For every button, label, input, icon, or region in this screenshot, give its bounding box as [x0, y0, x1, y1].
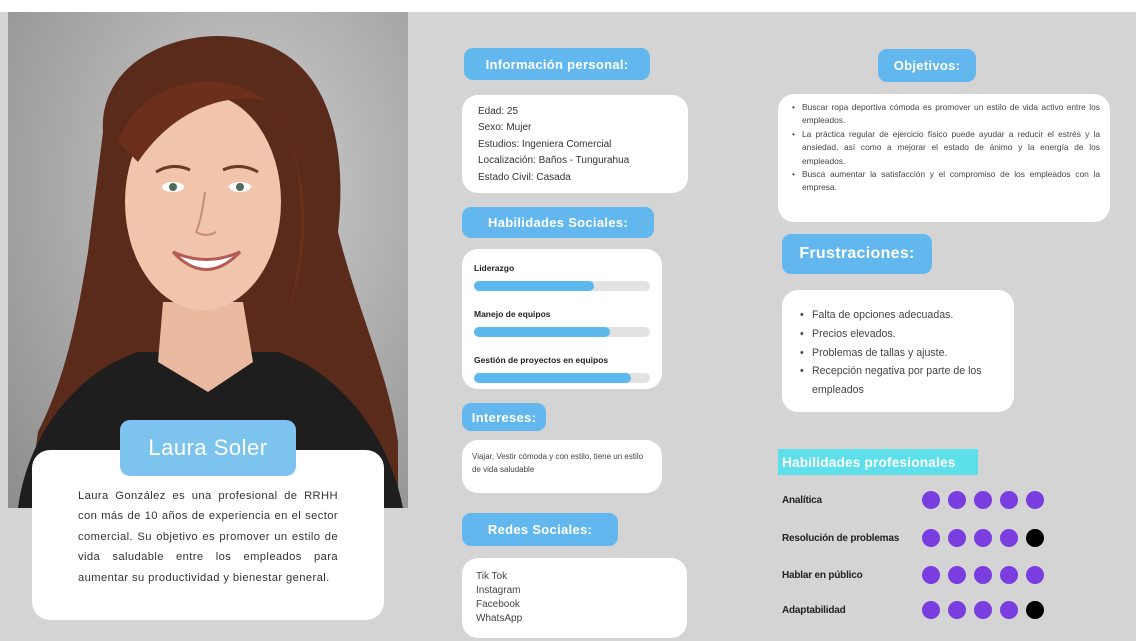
objectives-title: Objetivos: [878, 49, 976, 82]
rating-dot-filled [974, 491, 992, 509]
personal-info-title: Información personal: [464, 48, 650, 80]
bio-text: Laura González es una profesional de RRH… [78, 490, 338, 584]
professional-skills-title: Habilidades profesionales [778, 449, 978, 475]
rating-dot-empty [1026, 529, 1044, 547]
info-line: Estudios: Ingeniera Comercial [478, 138, 612, 150]
personal-info-card: Edad: 25 Sexo: Mujer Estudios: Ingeniera… [462, 95, 688, 193]
rating-dot-empty [1026, 601, 1044, 619]
social-skills-card: Liderazgo Manejo de equipos Gestión de p… [462, 249, 662, 389]
professional-skill-row: Resolución de problemas [782, 528, 1082, 548]
skill-bar-fill [474, 327, 610, 337]
frustrations-title: Frustraciones: [782, 234, 932, 274]
social-networks-card: Tik Tok Instagram Facebook WhatsApp [462, 558, 687, 638]
professional-skill-row: Adaptabilidad [782, 600, 1082, 620]
objectives-card: Buscar ropa deportiva cómoda es promover… [778, 94, 1110, 222]
frustration-item: Problemas de tallas y ajuste. [798, 344, 1002, 363]
info-line: Edad: 25 [478, 106, 519, 117]
rating-dot-filled [1000, 566, 1018, 584]
objective-item: Buscar ropa deportiva cómoda es promover… [792, 101, 1100, 128]
rating-dot-filled [948, 566, 966, 584]
frustrations-card: Falta de opciones adecuadas. Precios ele… [782, 290, 1014, 412]
social-network-item: Instagram [476, 585, 521, 596]
skill-label: Liderazgo [474, 263, 515, 273]
rating-dots [922, 529, 1044, 547]
professional-skill-label: Resolución de problemas [782, 532, 900, 544]
skill-label: Manejo de equipos [474, 309, 551, 319]
rating-dot-filled [1026, 566, 1044, 584]
social-network-item: WhatsApp [476, 613, 523, 624]
rating-dot-filled [922, 566, 940, 584]
rating-dots [922, 566, 1044, 584]
rating-dots [922, 491, 1044, 509]
objective-item: La práctica regular de ejercicio físico … [792, 128, 1100, 168]
rating-dot-filled [948, 491, 966, 509]
professional-skill-row: Analítica [782, 490, 1082, 510]
interests-text: Viajar, Vestir cómoda y con estilo, tien… [472, 452, 644, 474]
professional-skill-label: Hablar en público [782, 569, 863, 581]
skill-bar-fill [474, 373, 631, 383]
rating-dot-filled [1000, 601, 1018, 619]
rating-dot-filled [922, 491, 940, 509]
rating-dot-filled [1000, 529, 1018, 547]
social-networks-title: Redes Sociales: [462, 513, 618, 546]
skill-bar [474, 327, 650, 337]
rating-dot-filled [922, 601, 940, 619]
rating-dot-filled [1000, 491, 1018, 509]
skill-bar [474, 281, 650, 291]
frustration-item: Recepción negativa por parte de los empl… [798, 362, 1002, 400]
rating-dot-filled [948, 601, 966, 619]
info-line: Estado Civil: Casada [478, 171, 571, 183]
rating-dot-filled [948, 529, 966, 547]
professional-skill-row: Hablar en público [782, 565, 1082, 585]
interests-title: Intereses: [462, 403, 546, 431]
skill-label: Gestión de proyectos en equipos [474, 355, 609, 365]
skill-bar [474, 373, 650, 383]
social-network-item: Tik Tok [476, 571, 508, 582]
rating-dot-filled [974, 601, 992, 619]
persona-name: Laura Soler [120, 420, 296, 476]
rating-dot-filled [974, 529, 992, 547]
rating-dot-filled [1026, 491, 1044, 509]
rating-dot-filled [974, 566, 992, 584]
social-network-item: Facebook [476, 599, 520, 610]
rating-dot-filled [922, 529, 940, 547]
interests-card: Viajar, Vestir cómoda y con estilo, tien… [462, 440, 662, 493]
skill-bar-fill [474, 281, 594, 291]
professional-skill-label: Adaptabilidad [782, 604, 846, 616]
professional-skill-label: Analítica [782, 494, 822, 506]
frustration-item: Falta de opciones adecuadas. [798, 306, 1002, 325]
frustration-item: Precios elevados. [798, 325, 1002, 344]
rating-dots [922, 601, 1044, 619]
info-line: Sexo: Mujer [478, 122, 532, 134]
objective-item: Busca aumentar la satisfacción y el comp… [792, 168, 1100, 195]
info-line: Localización: Baños - Tungurahua [478, 155, 630, 167]
social-skills-title: Habilidades Sociales: [462, 207, 654, 238]
